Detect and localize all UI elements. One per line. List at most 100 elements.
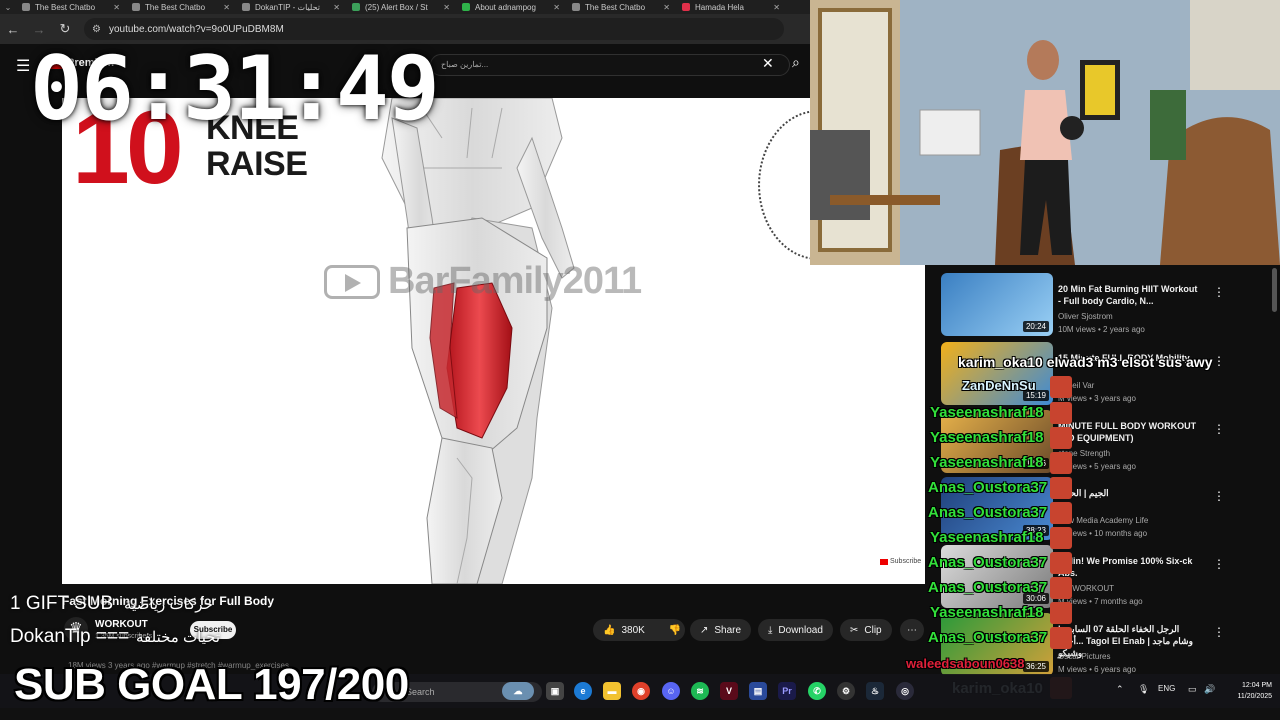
microphone-icon[interactable]: 🎙 — [1138, 684, 1149, 695]
show-hidden-icons-icon[interactable]: ⌃ — [1116, 684, 1124, 695]
more-options-icon[interactable]: ⋮ — [1213, 489, 1225, 503]
obs-icon[interactable]: ◎ — [896, 682, 914, 700]
browser-tab[interactable]: (25) Alert Box / St ✕ — [346, 0, 456, 14]
site-info-icon[interactable]: ⚙ — [92, 24, 101, 35]
browser-tab-bar: ⌄ The Best Chatbo ✕ The Best Chatbo ✕ Doka… — [0, 0, 810, 14]
chat-message: Anas_Oustora37 — [928, 479, 1048, 496]
more-options-icon[interactable]: ⋮ — [1213, 285, 1225, 299]
chat-emote-icon — [1050, 502, 1072, 524]
youtube-mini-icon — [880, 558, 888, 565]
taskbar-clock[interactable]: 12:04 PM 11/20/2025 — [1226, 680, 1272, 702]
overlay-arabic-text: تحيات مختلفة — [136, 629, 221, 646]
weather-widget-icon[interactable]: ☁ — [502, 682, 534, 700]
dokantip-alert: DokanTip === — [10, 626, 130, 647]
sub-goal-counter: SUB GOAL 197/200 — [14, 660, 409, 709]
language-indicator[interactable]: ENG — [1158, 684, 1175, 693]
chat-message: Yaseenashraf18 — [930, 454, 1044, 471]
tab-close-icon[interactable]: ✕ — [553, 3, 560, 12]
more-options-icon[interactable]: ⋮ — [1213, 557, 1225, 571]
chat-emote-icon — [1050, 477, 1072, 499]
video-thumbnail[interactable]: 20:24 — [941, 273, 1053, 336]
clip-button[interactable]: ✂ Clip — [840, 619, 892, 641]
chat-emote-icon — [1050, 602, 1072, 624]
clear-search-icon[interactable]: ✕ — [762, 55, 774, 72]
document-app-icon[interactable]: ▤ — [749, 682, 767, 700]
chrome-icon[interactable]: ◉ — [632, 682, 650, 700]
browser-tab[interactable]: The Best Chatbo ✕ — [16, 0, 126, 14]
tab-close-icon[interactable]: ✕ — [663, 3, 670, 12]
chat-message: Anas_Oustora37 — [928, 629, 1048, 646]
forward-arrow-icon[interactable]: → — [32, 22, 46, 37]
chat-message: Yaseenashraf18 — [930, 604, 1044, 621]
chat-message: Yaseenashraf18 — [930, 404, 1044, 421]
tab-close-icon[interactable]: ✕ — [773, 3, 780, 12]
video-subscribe-badge[interactable]: Subscribe — [880, 558, 921, 565]
video-thumbnail[interactable]: 15:19 — [941, 342, 1053, 405]
chat-message: karim_oka10 elwad3 m3 elsot sus awy — [958, 354, 1213, 370]
whatsapp-icon[interactable]: ✆ — [808, 682, 826, 700]
app-icon[interactable]: V — [720, 682, 738, 700]
screen: ⌄ The Best Chatbo ✕ The Best Chatbo ✕ Doka… — [0, 0, 1280, 720]
like-count[interactable]: 380K — [621, 625, 644, 636]
chat-emote-icon — [1050, 402, 1072, 424]
settings-app-icon[interactable]: ⚙ — [837, 682, 855, 700]
browser-tab[interactable]: DokanTIP - تحليات ✕ — [236, 0, 346, 14]
tab-search-icon[interactable]: ⌄ — [0, 3, 16, 12]
steam-icon[interactable]: ♨ — [866, 682, 884, 700]
tab-close-icon[interactable]: ✕ — [443, 3, 450, 12]
hamburger-menu-icon[interactable]: ☰ — [16, 56, 30, 76]
overlay-arabic-text: حركات رياضية — [124, 596, 213, 613]
dislike-icon[interactable]: 👎 — [669, 625, 681, 636]
tab-favicon-icon — [572, 3, 580, 11]
more-options-icon[interactable]: ⋮ — [1213, 625, 1225, 639]
chat-message: Anas_Oustora37 — [928, 579, 1048, 596]
task-view-icon[interactable]: ▣ — [546, 682, 564, 700]
discord-icon[interactable]: ☺ — [662, 682, 680, 700]
tab-favicon-icon — [242, 3, 250, 11]
chat-emote-icon — [1050, 627, 1072, 649]
chat-emote-icon — [1050, 452, 1072, 474]
back-arrow-icon[interactable]: ← — [6, 22, 20, 37]
tab-favicon-icon — [682, 3, 690, 11]
search-input[interactable]: ...تمارين صباح — [430, 54, 790, 76]
like-icon[interactable]: 👍 — [603, 625, 615, 636]
reload-icon[interactable]: ↻ — [58, 21, 72, 37]
webcam-scene-image — [810, 0, 1280, 265]
more-actions-icon[interactable]: ⋯ — [900, 619, 924, 641]
share-button[interactable]: ↗ Share — [690, 619, 752, 641]
chat-message: Anas_Oustora37 — [928, 504, 1048, 521]
video-player[interactable]: 10 KNEE RAISE BarFamily2011 Subscribe — [62, 98, 925, 584]
volume-icon[interactable]: 🔊 — [1204, 684, 1215, 695]
scissors-icon: ✂ — [850, 624, 859, 636]
browser-tab[interactable]: The Best Chatbo ✕ — [126, 0, 236, 14]
chat-emote-icon — [1050, 552, 1072, 574]
list-item[interactable]: 15:19 15 Minute FULL BODY Mobility Sebei… — [941, 342, 1271, 406]
more-options-icon[interactable]: ⋮ — [1213, 422, 1225, 436]
search-icon[interactable]: ⌕ — [792, 54, 800, 71]
spotify-icon[interactable]: ≋ — [691, 682, 709, 700]
chat-message: Yaseenashraf18 — [930, 529, 1044, 546]
download-button[interactable]: ⤓ Download — [758, 619, 833, 641]
recommendations-scrollbar[interactable] — [1272, 268, 1277, 312]
tab-close-icon[interactable]: ✕ — [113, 3, 120, 12]
chat-emote-icon — [1050, 427, 1072, 449]
tab-close-icon[interactable]: ✕ — [223, 3, 230, 12]
more-options-icon[interactable]: ⋮ — [1213, 354, 1225, 368]
like-dislike-group: 👍 380K 👎 — [593, 619, 685, 641]
network-icon[interactable]: ▭ — [1188, 684, 1197, 695]
premiere-pro-icon[interactable]: Pr — [778, 682, 796, 700]
stream-timer: 06:31:49 — [30, 37, 440, 140]
chat-emote-icon — [1050, 376, 1072, 398]
browser-tab[interactable]: About adnampog ✕ — [456, 0, 566, 14]
browser-tab[interactable]: The Best Chatbo ✕ — [566, 0, 676, 14]
tab-favicon-icon — [462, 3, 470, 11]
tab-favicon-icon — [22, 3, 30, 11]
browser-tab-active[interactable]: Hamada Hela ✕ — [676, 0, 786, 14]
tab-close-icon[interactable]: ✕ — [333, 3, 340, 12]
file-explorer-icon[interactable]: ▬ — [603, 682, 621, 700]
chat-message: Anas_Oustora37 — [928, 554, 1048, 571]
channel-watermark: BarFamily2011 — [324, 260, 642, 303]
download-icon: ⤓ — [768, 624, 773, 636]
edge-browser-icon[interactable]: e — [574, 682, 592, 700]
list-item[interactable]: 20:24 20 Min Fat Burning HIIT Workout - … — [941, 273, 1271, 337]
